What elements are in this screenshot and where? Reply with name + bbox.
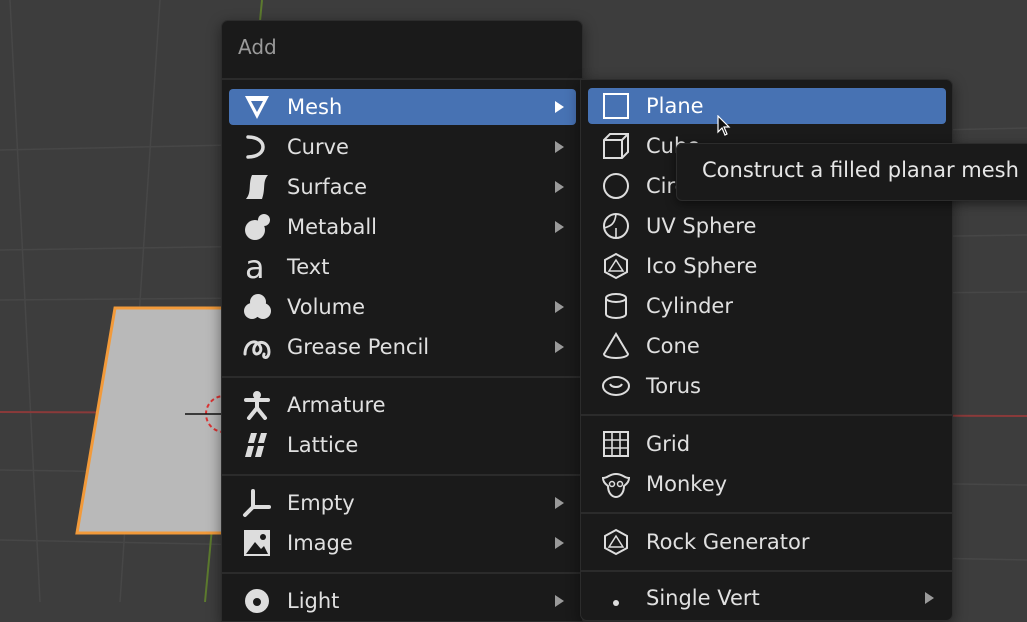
cylinder-icon bbox=[605, 293, 627, 319]
mesh-item-grid[interactable]: Grid bbox=[588, 426, 946, 462]
grease-pencil-icon bbox=[243, 340, 271, 359]
mesh-item-monkey[interactable]: Monkey bbox=[588, 466, 946, 502]
submenu-arrow-icon bbox=[555, 341, 564, 353]
menu-item-curve[interactable]: Curve bbox=[229, 129, 576, 165]
menu-item-lattice[interactable]: Lattice bbox=[229, 427, 576, 463]
torus-icon bbox=[602, 376, 630, 396]
menu-divider bbox=[581, 570, 952, 572]
cube-icon bbox=[603, 133, 629, 159]
submenu-arrow-icon bbox=[555, 181, 564, 193]
menu-item-label: Lattice bbox=[287, 433, 359, 457]
grid-icon bbox=[603, 431, 629, 457]
volume-icon bbox=[244, 294, 271, 319]
menu-item-image[interactable]: Image bbox=[229, 525, 576, 561]
circle-icon bbox=[603, 173, 629, 199]
armature-icon bbox=[244, 391, 270, 420]
mesh-item-label: Rock Generator bbox=[646, 530, 810, 554]
submenu-arrow-icon bbox=[555, 497, 564, 509]
ico-sphere-icon bbox=[604, 252, 628, 280]
lattice-icon bbox=[245, 433, 267, 457]
mesh-item-uv-sphere[interactable]: UV Sphere bbox=[588, 208, 946, 244]
menu-item-armature[interactable]: Armature bbox=[229, 387, 576, 423]
mesh-item-plane[interactable]: Plane bbox=[588, 88, 946, 124]
mesh-item-label: Monkey bbox=[646, 472, 728, 496]
mesh-item-label: Single Vert bbox=[646, 586, 760, 610]
surface-icon bbox=[246, 175, 268, 199]
menu-item-volume[interactable]: Volume bbox=[229, 289, 576, 325]
menu-item-label: Light bbox=[287, 589, 340, 613]
mesh-item-label: Cylinder bbox=[646, 294, 733, 318]
svg-text:a: a bbox=[245, 252, 265, 282]
menu-divider bbox=[581, 512, 952, 514]
mesh-icon bbox=[245, 96, 269, 119]
mesh-item-torus[interactable]: Torus bbox=[588, 368, 946, 404]
mesh-item-label: Plane bbox=[646, 94, 704, 118]
menu-item-label: Curve bbox=[287, 135, 349, 159]
menu-item-grease-pencil[interactable]: Grease Pencil bbox=[229, 329, 576, 365]
mesh-item-label: Torus bbox=[646, 374, 701, 398]
menu-item-label: Metaball bbox=[287, 215, 378, 239]
rock-icon bbox=[604, 528, 628, 556]
submenu-arrow-icon bbox=[555, 101, 564, 113]
mesh-item-label: Cone bbox=[646, 334, 700, 358]
mesh-item-label: UV Sphere bbox=[646, 214, 757, 238]
curve-icon bbox=[246, 135, 265, 159]
add-menu: Add Mesh Curve Surface Metaball a Text V… bbox=[221, 20, 583, 622]
menu-item-mesh[interactable]: Mesh bbox=[229, 89, 576, 125]
menu-item-label: Volume bbox=[287, 295, 366, 319]
mesh-item-rock-generator[interactable]: Rock Generator bbox=[588, 524, 946, 560]
menu-item-label: Image bbox=[287, 531, 353, 555]
menu-divider bbox=[222, 376, 582, 378]
menu-item-label: Mesh bbox=[287, 95, 343, 119]
empty-icon bbox=[243, 489, 271, 517]
vert-icon bbox=[613, 600, 619, 606]
menu-divider bbox=[581, 414, 952, 416]
mesh-item-cone[interactable]: Cone bbox=[588, 328, 946, 364]
menu-item-label: Armature bbox=[287, 393, 386, 417]
menu-item-label: Surface bbox=[287, 175, 368, 199]
submenu-arrow-icon bbox=[925, 592, 934, 604]
mesh-item-label: Grid bbox=[646, 432, 691, 456]
text-icon: a bbox=[245, 252, 265, 282]
menu-item-surface[interactable]: Surface bbox=[229, 169, 576, 205]
mesh-item-label: Ico Sphere bbox=[646, 254, 758, 278]
monkey-icon bbox=[601, 472, 631, 499]
selected-plane[interactable] bbox=[75, 306, 242, 535]
mesh-item-ico-sphere[interactable]: Ico Sphere bbox=[588, 248, 946, 284]
submenu-arrow-icon bbox=[555, 537, 564, 549]
plane-icon bbox=[603, 93, 629, 119]
submenu-arrow-icon bbox=[555, 221, 564, 233]
menu-item-label: Empty bbox=[287, 491, 355, 515]
menu-title-divider bbox=[222, 78, 582, 80]
tooltip-text: Construct a filled planar mesh bbox=[702, 158, 1019, 182]
menu-item-light[interactable]: Light bbox=[229, 583, 576, 619]
menu-divider bbox=[222, 572, 582, 574]
submenu-arrow-icon bbox=[555, 595, 564, 607]
mouse-cursor-icon bbox=[717, 115, 731, 136]
menu-item-label: Text bbox=[287, 255, 330, 279]
light-icon bbox=[245, 589, 269, 613]
metaball-icon bbox=[245, 214, 270, 240]
menu-divider bbox=[222, 474, 582, 476]
submenu-arrow-icon bbox=[555, 141, 564, 153]
mesh-item-cylinder[interactable]: Cylinder bbox=[588, 288, 946, 324]
menu-item-text[interactable]: a Text bbox=[229, 249, 576, 285]
menu-item-empty[interactable]: Empty bbox=[229, 485, 576, 521]
tooltip: Construct a filled planar mesh bbox=[676, 143, 1027, 201]
uv-sphere-icon bbox=[603, 213, 629, 239]
mesh-item-single-vert[interactable]: Single Vert bbox=[588, 580, 946, 616]
menu-item-metaball[interactable]: Metaball bbox=[229, 209, 576, 245]
cone-icon bbox=[602, 332, 630, 359]
menu-item-label: Grease Pencil bbox=[287, 335, 430, 359]
submenu-arrow-icon bbox=[555, 301, 564, 313]
image-icon bbox=[244, 530, 270, 556]
add-menu-title: Add bbox=[238, 35, 277, 59]
